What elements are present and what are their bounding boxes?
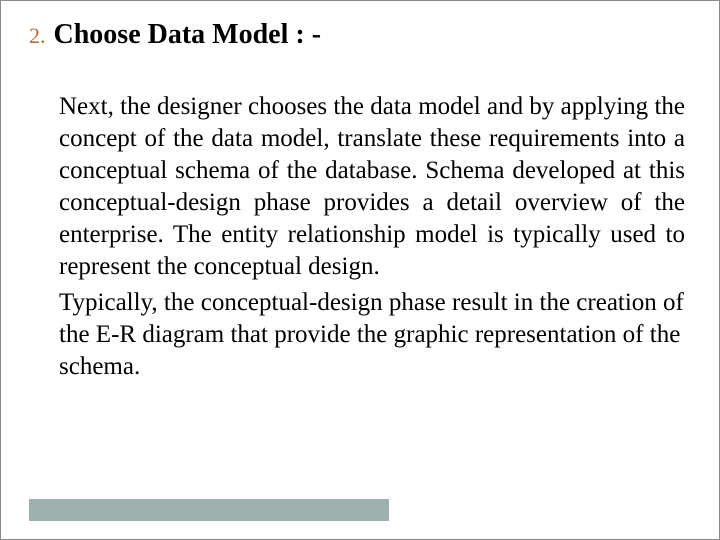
section-heading: Choose Data Model : - <box>54 19 322 51</box>
paragraph-1: Next, the designer chooses the data mode… <box>59 91 685 283</box>
body-block: Next, the designer chooses the data mode… <box>29 91 691 383</box>
slide: 2. Choose Data Model : - Next, the desig… <box>0 0 720 540</box>
paragraph-2: Typically, the conceptual-design phase r… <box>59 287 685 383</box>
heading-row: 2. Choose Data Model : - <box>29 19 691 51</box>
footer-accent-bar <box>29 499 389 521</box>
list-number: 2. <box>29 23 46 49</box>
